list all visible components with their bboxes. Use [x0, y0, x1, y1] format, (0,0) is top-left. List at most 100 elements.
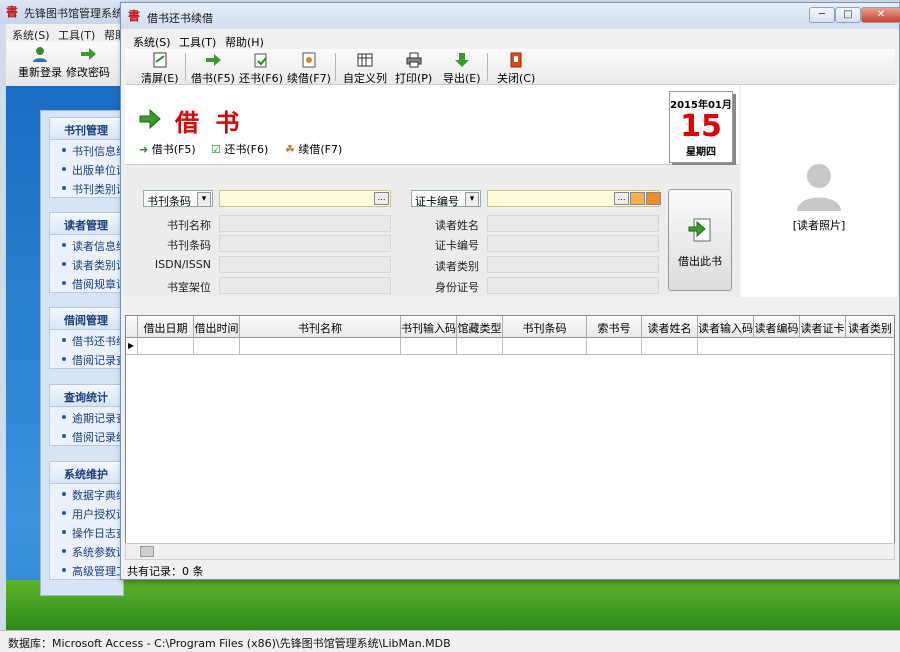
toolbar-separator	[487, 53, 488, 81]
nav-item[interactable]: 书刊类别设置	[50, 178, 128, 197]
nav-group-title[interactable]: 书刊管理	[50, 118, 128, 140]
column-header[interactable]: 读者类别	[846, 316, 894, 338]
grid-header: 借出日期 借出时间 书刊名称 书刊输入码 馆藏类型 书刊条码 索书号 读者姓名 …	[126, 316, 894, 338]
column-header[interactable]: 读者证卡	[800, 316, 846, 338]
column-header[interactable]: 读者输入码	[698, 316, 754, 338]
return-button[interactable]: 还书(F6)	[239, 52, 283, 86]
column-header[interactable]: 馆藏类型	[457, 316, 503, 338]
child-toolbar: 清屏(E) 借书(F5) 还书(F6) 续借(F7) 自定义列 打印(P) 导出…	[125, 49, 895, 85]
custom-columns-button[interactable]: 自定义列	[343, 52, 387, 86]
navigation-panel: 书刊管理 书刊信息维护 出版单位设置 书刊类别设置 读者管理 读者信息维护 读者…	[40, 110, 129, 596]
column-header[interactable]: 读者姓名	[642, 316, 698, 338]
reader-photo-label: [读者照片]	[792, 219, 846, 232]
menu-help[interactable]: 帮助(H)	[225, 34, 264, 50]
main-menu-system[interactable]: 系统(S)	[12, 27, 50, 43]
column-header[interactable]: 书刊输入码	[401, 316, 457, 338]
reader-search-type-select[interactable]: 证卡编号	[411, 190, 481, 208]
mode-return[interactable]: ☑ 还书(F6)	[211, 141, 268, 157]
column-header[interactable]: 借出日期	[138, 316, 194, 338]
nav-item[interactable]: 借书还书续借	[50, 330, 128, 349]
column-header[interactable]: 书刊名称	[240, 316, 401, 338]
grid-cell	[240, 338, 401, 355]
nav-group-title[interactable]: 查询统计	[50, 385, 128, 407]
checkout-label: 借出此书	[678, 255, 722, 268]
column-header[interactable]: 书刊条码	[503, 316, 587, 338]
nav-item[interactable]: 读者类别设置	[50, 254, 128, 273]
book-field-label: 书刊名称	[167, 219, 211, 232]
relogin-button[interactable]: 重新登录	[18, 46, 62, 80]
nav-item[interactable]: 操作日志查询	[50, 522, 128, 541]
nav-item[interactable]: 出版单位设置	[50, 159, 128, 178]
nav-group-title[interactable]: 读者管理	[50, 213, 128, 235]
horizontal-scrollbar[interactable]	[125, 543, 895, 560]
menu-system[interactable]: 系统(S)	[133, 34, 171, 50]
close-button[interactable]: 关闭(C)	[497, 52, 535, 86]
renew-button[interactable]: 续借(F7)	[287, 52, 331, 86]
main-menubar: 系统(S) 工具(T) 帮助	[6, 24, 124, 42]
main-menu-tools[interactable]: 工具(T)	[58, 27, 95, 43]
reader-type-field	[487, 256, 659, 273]
nav-item[interactable]: 数据字典维护	[50, 484, 128, 503]
row-selector-header	[126, 316, 138, 338]
maximize-button[interactable]: □	[835, 7, 861, 23]
user-icon	[33, 47, 47, 62]
borrow-return-window: 書 借书还书续借 ─ □ ✕ 系统(S) 工具(T) 帮助(H) 清屏(E) 借…	[120, 2, 900, 580]
menu-tools[interactable]: 工具(T)	[179, 34, 216, 50]
grid-cell	[194, 338, 240, 355]
book-barcode-field	[219, 235, 391, 252]
borrow-button[interactable]: 借书(F5)	[191, 52, 235, 86]
clear-screen-button[interactable]: 清屏(E)	[141, 52, 179, 86]
app-logo-icon: 書	[5, 5, 18, 19]
mode-area: 借 书 ➜ 借书(F5) ☑ 还书(F6) ☘ 续借(F7) 2015年01月 …	[125, 85, 739, 165]
arrow-right-icon	[205, 54, 221, 66]
clear-icon	[153, 52, 167, 68]
nav-group-title[interactable]: 借阅管理	[50, 308, 128, 330]
child-titlebar[interactable]: 書 借书还书续借 ─ □ ✕	[121, 3, 900, 29]
book-search-type-select[interactable]: 书刊条码	[143, 190, 213, 208]
nav-group-title[interactable]: 系统维护	[50, 462, 128, 484]
reader-lookup-button[interactable]: …	[614, 192, 629, 205]
nav-item[interactable]: 逾期记录查询	[50, 407, 128, 426]
book-search-input[interactable]	[219, 190, 391, 207]
status-bar: 数据库：Microsoft Access - C:\Program Files …	[0, 630, 900, 652]
export-icon	[454, 53, 469, 67]
nav-item[interactable]: 借阅记录查询	[50, 349, 128, 368]
change-password-button[interactable]: 修改密码	[66, 46, 110, 80]
export-button[interactable]: 导出(E)	[443, 52, 481, 86]
checkout-button[interactable]: 借出此书	[668, 189, 732, 291]
nav-item[interactable]: 读者信息维护	[50, 235, 128, 254]
table-row[interactable]: ▶	[126, 338, 894, 355]
print-button[interactable]: 打印(P)	[395, 52, 432, 86]
minimize-button[interactable]: ─	[809, 7, 835, 23]
mode-renew[interactable]: ☘ 续借(F7)	[285, 141, 342, 157]
grid-cell	[457, 338, 503, 355]
grass-decoration	[6, 580, 900, 630]
arrow-right-icon: ➜	[139, 143, 149, 156]
column-header[interactable]: 读者编码	[754, 316, 800, 338]
mode-borrow[interactable]: ➜ 借书(F5)	[139, 141, 196, 157]
column-header[interactable]: 索书号	[587, 316, 642, 338]
nav-item[interactable]: 借阅记录统计	[50, 426, 128, 445]
nav-item[interactable]: 书刊信息维护	[50, 140, 128, 159]
id-card-icon[interactable]	[646, 192, 661, 205]
column-header[interactable]: 借出时间	[194, 316, 240, 338]
calendar-weekday: 星期四	[686, 147, 716, 158]
calendar-day: 15	[680, 109, 722, 144]
nav-item[interactable]: 借阅规章设置	[50, 273, 128, 292]
nav-item[interactable]: 系统参数设置	[50, 541, 128, 560]
main-window-title: 先锋图书馆管理系统	[24, 7, 123, 20]
grid-cell	[642, 338, 698, 355]
renew-icon	[302, 52, 316, 68]
nav-group-lending: 借阅管理 借书还书续借 借阅记录查询	[49, 307, 129, 369]
card-reader-icon[interactable]	[630, 192, 645, 205]
grid-cell	[138, 338, 194, 355]
nav-item[interactable]: 高级管理工具	[50, 560, 128, 579]
reader-field-label: 读者姓名	[435, 219, 479, 232]
nav-item[interactable]: 用户授权设置	[50, 503, 128, 522]
close-window-button[interactable]: ✕	[861, 7, 900, 23]
record-count: 共有记录：0 条	[127, 565, 204, 578]
key-arrow-icon	[81, 48, 96, 60]
book-lookup-button[interactable]: …	[374, 192, 389, 205]
mode-title: 借 书	[175, 108, 244, 137]
scroll-thumb[interactable]	[140, 546, 154, 557]
